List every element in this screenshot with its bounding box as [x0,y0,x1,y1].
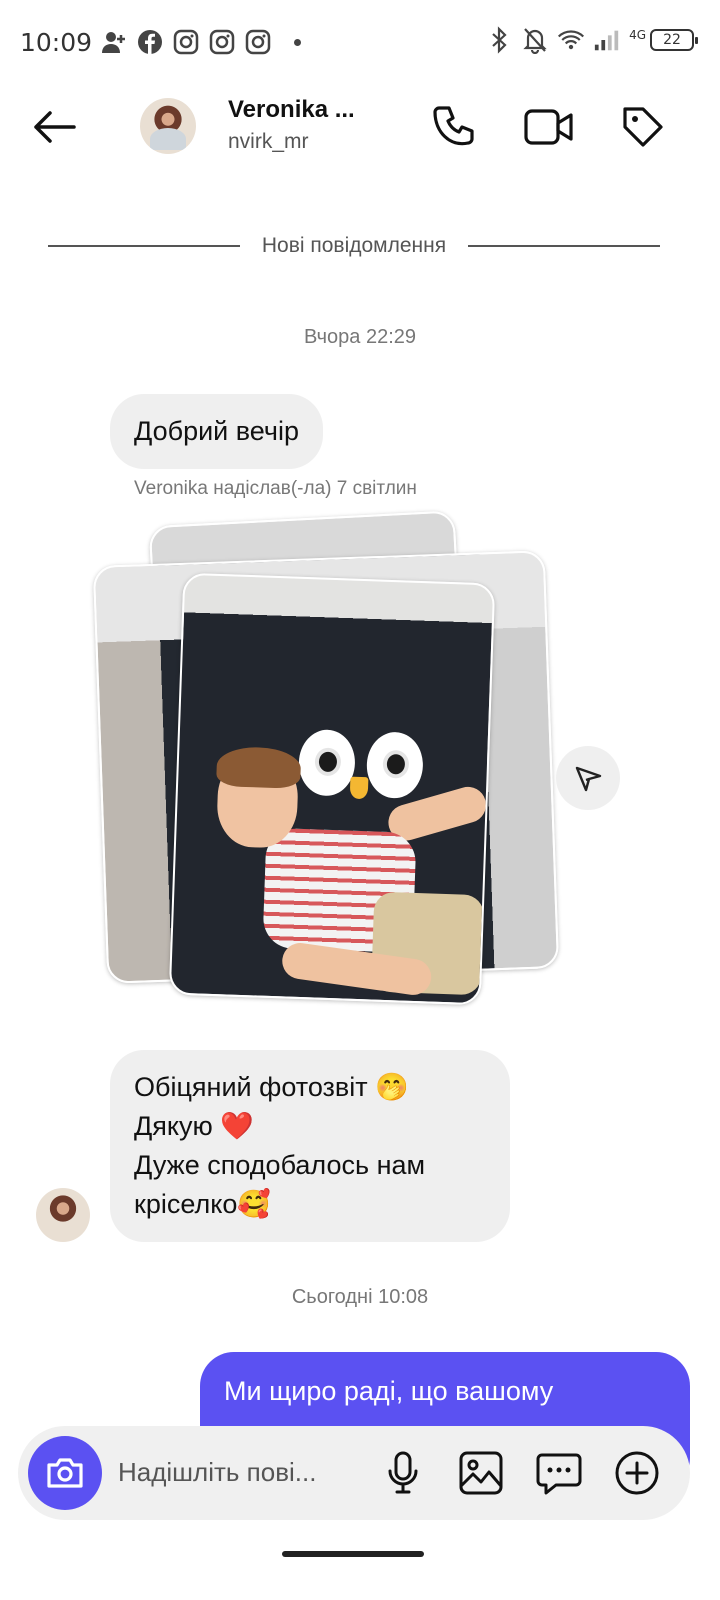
voice-message-button[interactable] [378,1448,428,1498]
home-indicator[interactable] [282,1551,424,1557]
share-button[interactable] [556,746,620,810]
wifi-icon [557,26,585,54]
message-input[interactable] [118,1452,368,1492]
sender-avatar[interactable] [36,1188,90,1242]
network-type: 4G [629,28,646,42]
back-button[interactable] [26,102,82,152]
person-add-icon [100,28,128,56]
sticker-icon [536,1453,582,1495]
camera-button[interactable] [28,1436,102,1510]
gallery-icon [459,1451,503,1495]
message-composer [18,1426,690,1520]
timestamp-yesterday: Вчора 22:29 [303,326,417,348]
more-options-button[interactable] [612,1448,662,1498]
phone-icon [433,106,474,146]
divider-line [48,245,240,247]
owl-beak [349,776,369,800]
instagram-icon [172,28,200,56]
signal-icon [593,26,621,54]
sticker-button[interactable] [534,1448,584,1498]
new-messages-label: Нові повідомлення [261,234,447,257]
chat-header: Veronika ... nvirk_mr [0,84,720,170]
bell-off-icon [521,26,549,54]
video-call-button[interactable] [522,100,576,154]
incoming-message[interactable]: Обіцяний фотозвіт 🤭 Дякую ❤️ Дуже сподоб… [110,1050,510,1242]
photo-stack[interactable] [92,510,566,1012]
photo-detail [216,745,302,789]
battery-indicator: 22 [650,29,698,51]
owl-eye [297,728,357,797]
more-notifications-dot [294,38,301,46]
microphone-icon [388,1451,418,1494]
plus-icon [615,1451,659,1495]
contact-name[interactable]: Veronika ... [228,96,355,124]
contact-username[interactable]: nvirk_mr [228,130,309,154]
camera-icon [47,1458,83,1488]
tag-button[interactable] [616,100,670,154]
audio-call-button[interactable] [428,100,482,154]
owl-eye [365,731,425,800]
message-line: Дуже сподобалось нам [134,1150,426,1180]
instagram-icon [244,28,272,56]
timestamp-today: Сьогодні 10:08 [291,1286,429,1308]
instagram-icon [208,28,236,56]
tag-icon [623,107,663,147]
video-icon [524,109,573,145]
status-bar: 10:09 4G 22 [0,0,720,84]
message-line: Обіцяний фотозвіт 🤭 [134,1072,409,1102]
message-text: Ми щиро раді, що вашому [224,1376,554,1406]
photo-thumbnail [168,572,496,1006]
notification-icons [100,28,301,56]
back-arrow-icon [34,111,76,143]
divider-line [468,245,660,247]
message-line: Дякую ❤️ [134,1111,254,1141]
message-line: кріселко🥰 [134,1189,271,1219]
message-text: Добрий вечір [134,416,299,446]
system-icons: 4G 22 [485,26,698,54]
sent-photos-note: Veronika надіслав(-ла) 7 світлин [134,478,417,499]
contact-avatar[interactable] [140,98,196,154]
status-time: 10:09 [20,28,93,57]
incoming-message[interactable]: Добрий вечір [110,394,323,469]
gallery-button[interactable] [456,1448,506,1498]
facebook-icon [136,28,164,56]
new-messages-divider: Нові повідомлення [48,232,660,260]
send-icon [575,766,602,792]
bluetooth-icon [485,26,513,54]
